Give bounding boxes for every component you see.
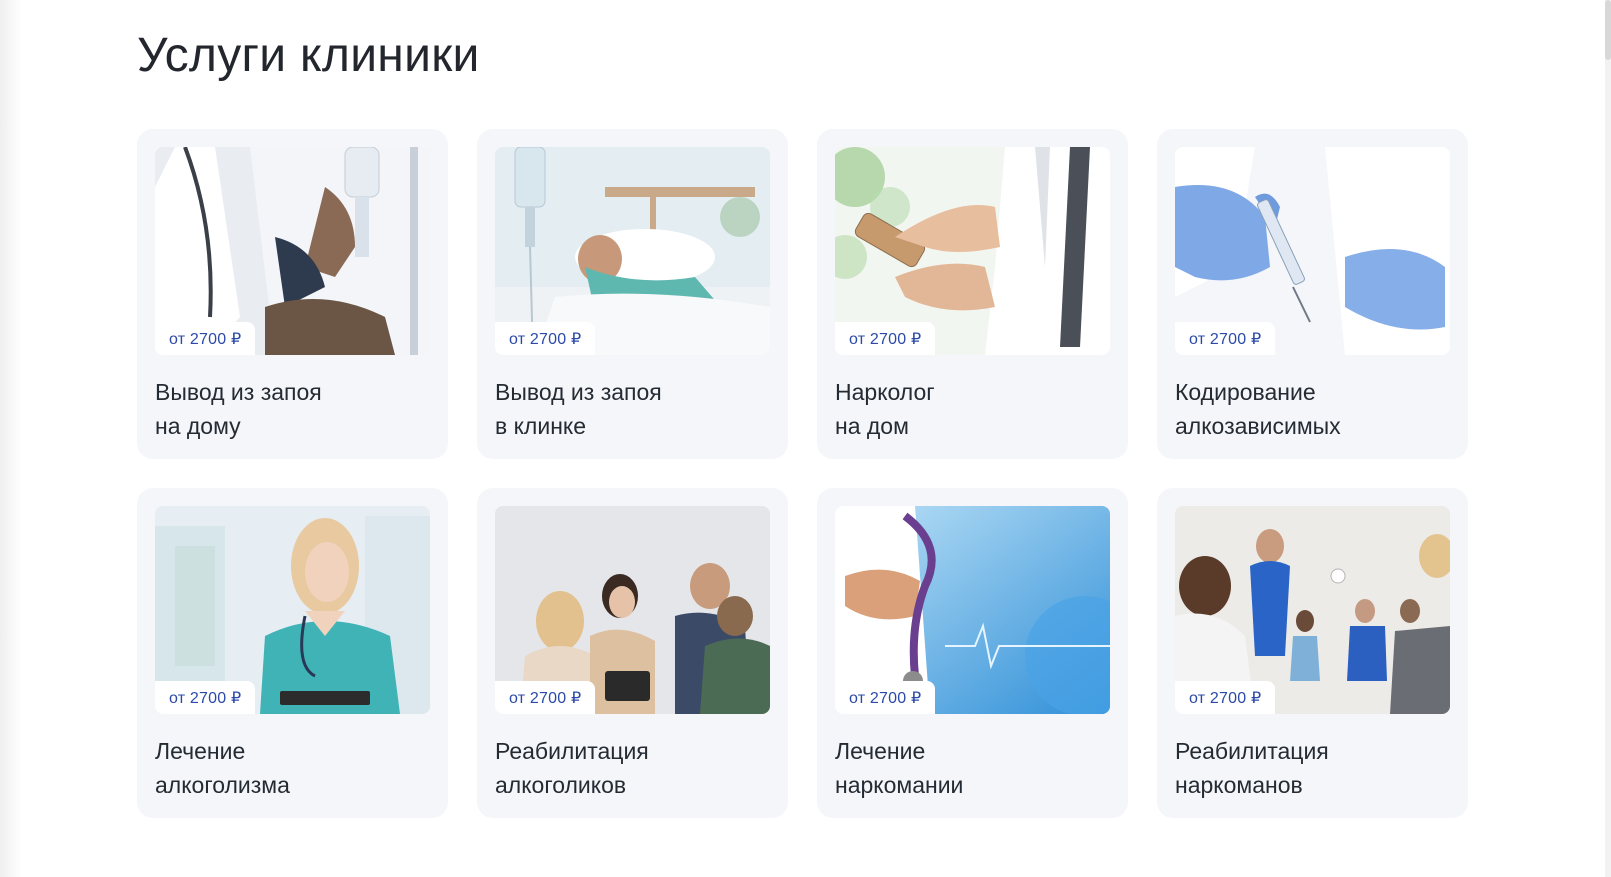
service-title-line: на дом [835,413,909,439]
service-title[interactable]: Лечение наркомании [835,734,1110,802]
service-card[interactable]: от 2700 ₽ Нарколог на дом [817,129,1128,459]
price-badge: от 2700 ₽ [495,322,596,355]
service-title-line: Вывод из запоя [155,379,322,405]
service-title-line: на дому [155,413,241,439]
service-image: от 2700 ₽ [1175,506,1450,714]
service-title[interactable]: Лечение алкоголизма [155,734,430,802]
service-title[interactable]: Вывод из запоя в клинке [495,375,770,443]
price-badge: от 2700 ₽ [1175,681,1276,714]
service-title-line: Лечение [835,738,926,764]
service-title-line: Нарколог [835,379,935,405]
service-image: от 2700 ₽ [835,506,1110,714]
service-title-line: алкоголизма [155,772,290,798]
service-card[interactable]: от 2700 ₽ Кодирование алкозависимых [1157,129,1468,459]
scrollbar-thumb[interactable] [1605,0,1611,60]
price-badge: от 2700 ₽ [155,322,256,355]
price-badge: от 2700 ₽ [155,681,256,714]
service-title-line: Кодирование [1175,379,1316,405]
service-title-line: алкоголиков [495,772,627,798]
service-title[interactable]: Нарколог на дом [835,375,1110,443]
service-card[interactable]: от 2700 ₽ Реабилитация алкоголиков [477,488,788,818]
scrollbar[interactable] [1605,0,1611,877]
service-title-line: Лечение [155,738,246,764]
service-image: от 2700 ₽ [835,147,1110,355]
service-title-line: наркоманов [1175,772,1303,798]
service-title[interactable]: Кодирование алкозависимых [1175,375,1450,443]
service-title-line: Реабилитация [495,738,649,764]
price-badge: от 2700 ₽ [835,681,936,714]
price-badge: от 2700 ₽ [835,322,936,355]
page-left-shade [0,0,22,877]
page-title: Услуги клиники [137,29,480,82]
service-card[interactable]: от 2700 ₽ Лечение наркомании [817,488,1128,818]
service-title-line: в клинке [495,413,587,439]
price-badge: от 2700 ₽ [1175,322,1276,355]
service-title-line: алкозависимых [1175,413,1341,439]
service-image: от 2700 ₽ [155,506,430,714]
service-image: от 2700 ₽ [155,147,430,355]
price-badge: от 2700 ₽ [495,681,596,714]
service-title-line: Реабилитация [1175,738,1329,764]
service-title[interactable]: Вывод из запоя на дому [155,375,430,443]
service-title-line: Вывод из запоя [495,379,662,405]
service-image: от 2700 ₽ [495,506,770,714]
service-card[interactable]: от 2700 ₽ Вывод из запоя на дому [137,129,448,459]
services-grid: от 2700 ₽ Вывод из запоя на дому от 2700… [137,129,1468,818]
service-title[interactable]: Реабилитация алкоголиков [495,734,770,802]
service-image: от 2700 ₽ [495,147,770,355]
service-image: от 2700 ₽ [1175,147,1450,355]
service-card[interactable]: от 2700 ₽ Лечение алкоголизма [137,488,448,818]
service-title[interactable]: Реабилитация наркоманов [1175,734,1450,802]
service-card[interactable]: от 2700 ₽ Реабилитация наркоманов [1157,488,1468,818]
service-card[interactable]: от 2700 ₽ Вывод из запоя в клинке [477,129,788,459]
service-title-line: наркомании [835,772,964,798]
